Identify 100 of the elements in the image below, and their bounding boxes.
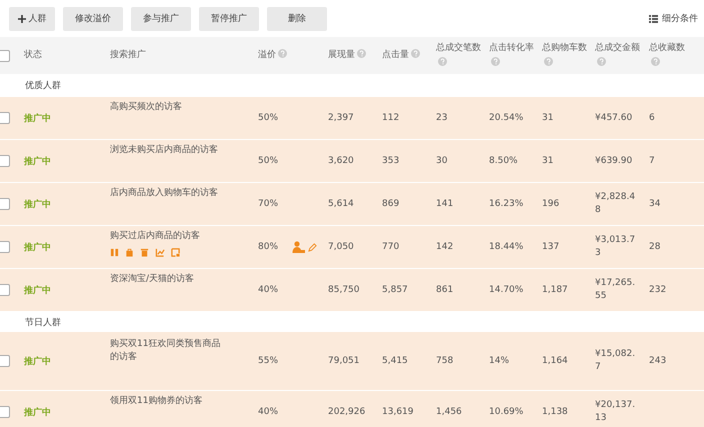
table-cell-text: 758: [436, 354, 454, 368]
list-icon: [649, 14, 658, 22]
row-checkbox[interactable]: [0, 155, 10, 167]
help-icon[interactable]: [544, 56, 553, 66]
table-cell-text: ¥3,013.73: [595, 234, 636, 260]
report-icon[interactable]: [171, 248, 180, 257]
table-cell-text: 202,926: [328, 406, 366, 418]
crowd-name: 浏览未购买店内商品的访客: [110, 144, 219, 157]
table-cell-text: ¥20,137.13: [595, 399, 636, 425]
column-header: 状态: [24, 48, 43, 62]
row-checkbox[interactable]: [0, 355, 10, 367]
table-cell-text: 40%: [258, 284, 280, 296]
table-cell-text: 55%: [258, 354, 280, 368]
table-cell-text: ¥17,265.55: [595, 277, 636, 303]
table-cell-text: 770: [382, 240, 400, 254]
table-cell-text: ¥2,828.48: [595, 191, 636, 217]
toolbar-button[interactable]: 参与推广: [131, 6, 191, 30]
column-header: 总收藏数: [649, 40, 695, 70]
row-checkbox[interactable]: [0, 241, 10, 253]
table-cell-text: 70%: [258, 198, 280, 210]
table-cell-text: 861: [436, 284, 454, 296]
column-header: 展现量: [328, 48, 374, 63]
column-header: 总成交金额: [595, 40, 641, 70]
table-cell-text: 1,138: [542, 406, 569, 418]
table-cell-text: 7: [649, 154, 656, 168]
table-cell-text: 79,051: [328, 354, 360, 368]
help-icon[interactable]: [491, 56, 500, 66]
row-checkbox[interactable]: [0, 112, 10, 124]
toolbar-button[interactable]: 修改溢价: [63, 6, 123, 30]
column-header: 搜索推广: [110, 48, 147, 62]
status-text: 推广中: [24, 406, 52, 418]
row-checkbox[interactable]: [0, 406, 10, 418]
status-text: 推广中: [24, 198, 52, 210]
table-cell-text: 20.54%: [489, 112, 524, 124]
row-checkbox[interactable]: [0, 198, 10, 210]
table-cell-text: 5,857: [382, 284, 409, 296]
toolbar-button[interactable]: 暂停推广: [199, 6, 259, 30]
table-cell-text: ¥639.90: [595, 154, 634, 168]
table-cell-text: 28: [649, 240, 662, 254]
pause-icon[interactable]: [110, 248, 119, 257]
select-all-checkbox[interactable]: [0, 50, 10, 62]
group-name: 优质人群: [25, 80, 61, 92]
status-text: 推广中: [24, 284, 52, 296]
table-cell-text: 16.23%: [489, 198, 524, 210]
help-icon[interactable]: [597, 56, 606, 66]
toolbar-button[interactable]: 删除: [267, 6, 327, 30]
table-cell-text: 5,415: [382, 354, 409, 368]
table-cell-text: 196: [542, 198, 560, 210]
table-cell-text: 1,187: [542, 284, 569, 296]
table-cell-text: 18.44%: [489, 240, 524, 254]
table-cell-text: 80%: [258, 240, 280, 254]
filter-link[interactable]: 细分条件: [649, 12, 698, 25]
table-cell-text: 50%: [258, 154, 280, 168]
table-cell-text: 10.69%: [489, 406, 524, 418]
table-cell-text: 14%: [489, 354, 510, 368]
row-checkbox[interactable]: [0, 284, 10, 296]
table-cell-text: 50%: [258, 112, 280, 124]
column-header: 点击量: [382, 48, 428, 63]
table-cell-text: 142: [436, 240, 454, 254]
person-icon[interactable]: [292, 241, 305, 253]
table-cell-text: 31: [542, 112, 554, 124]
crowd-name: 领用双11购物券的访客: [110, 395, 204, 408]
table-cell-text: 137: [542, 240, 560, 254]
crowd-name: 高购买频次的访客: [110, 101, 183, 114]
bag-icon[interactable]: [125, 248, 134, 257]
help-icon[interactable]: [357, 49, 366, 58]
crowd-name: 资深淘宝/天猫的访客: [110, 273, 196, 286]
column-header: 总成交笔数: [436, 40, 482, 70]
trash-icon[interactable]: [140, 248, 149, 257]
status-text: 推广中: [24, 355, 52, 368]
column-header: 点击转化率: [489, 40, 535, 70]
table-cell-text: 8.50%: [489, 154, 519, 168]
chart-icon[interactable]: [155, 248, 165, 257]
table-cell-text: 7,050: [328, 240, 355, 254]
table-cell-text: 353: [382, 154, 400, 168]
help-icon[interactable]: [278, 49, 287, 58]
table-cell-text: ¥457.60: [595, 112, 634, 124]
table-cell-text: ¥15,082.7: [595, 348, 636, 374]
pencil-icon[interactable]: [308, 242, 317, 252]
table-cell-text: 5,614: [328, 198, 355, 210]
add-crowd-button[interactable]: 人群: [9, 6, 55, 30]
plus-icon: [18, 14, 26, 22]
help-icon[interactable]: [411, 49, 420, 58]
table-cell-text: 13,619: [382, 406, 414, 418]
table-cell-text: 112: [382, 112, 400, 124]
table-cell-text: 1,456: [436, 406, 463, 418]
table-cell-text: 243: [649, 354, 668, 368]
table-cell-text: 30: [436, 154, 448, 168]
status-text: 推广中: [24, 241, 52, 254]
help-icon[interactable]: [651, 56, 660, 66]
help-icon[interactable]: [438, 56, 447, 66]
table-cell-text: 1,164: [542, 354, 569, 368]
table-cell-text: 31: [542, 154, 554, 168]
status-text: 推广中: [24, 155, 52, 168]
table-cell-text: 85,750: [328, 284, 360, 296]
table-cell-text: 34: [649, 198, 662, 210]
group-name: 节日人群: [25, 316, 61, 328]
column-header: 溢价: [258, 48, 292, 63]
status-text: 推广中: [24, 112, 52, 124]
table-cell-text: 2,397: [328, 112, 355, 124]
